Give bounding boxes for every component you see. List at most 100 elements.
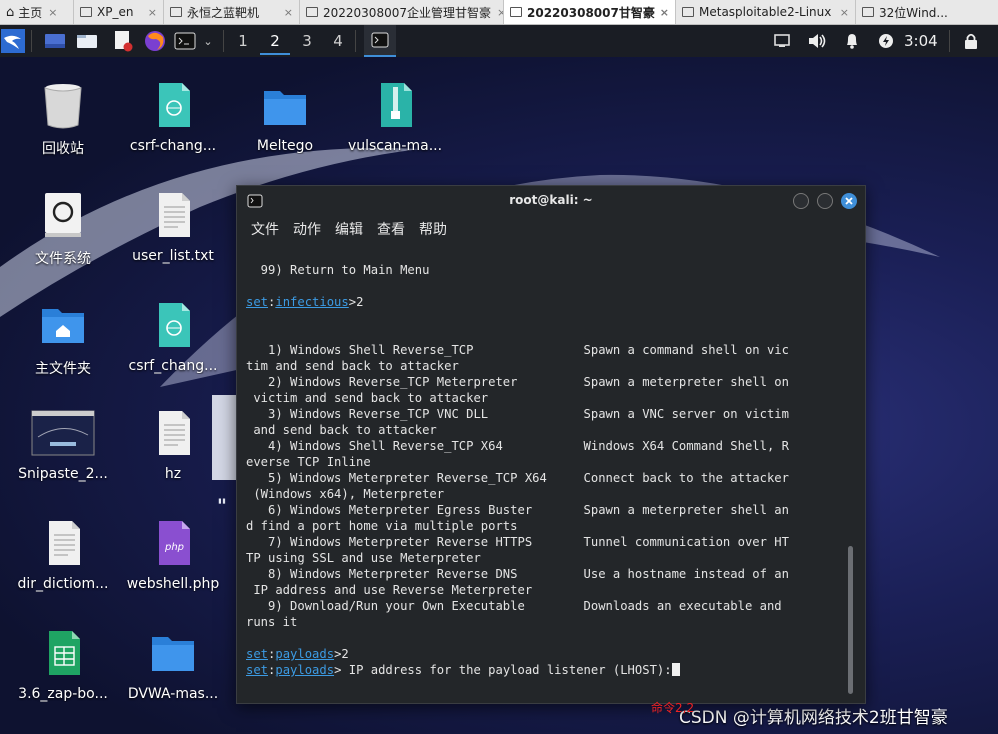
html-file-icon bbox=[159, 303, 190, 347]
prompt-set: set bbox=[246, 295, 269, 309]
minimize-button[interactable] bbox=[793, 193, 809, 209]
vm-tab-bar: ⌂ 主页 × XP_en × 永恒之蓝靶机 × 20220308007企业管理甘… bbox=[0, 0, 998, 25]
vm-icon bbox=[170, 7, 182, 17]
desktop-icon-meltego-folder[interactable]: Meltego bbox=[230, 81, 340, 154]
network-icon[interactable] bbox=[772, 25, 792, 57]
php-file-icon: php bbox=[159, 521, 190, 565]
terminal-scrollbar[interactable] bbox=[848, 546, 853, 694]
terminal-line: victim and send back to attacker bbox=[246, 391, 489, 405]
close-icon[interactable]: × bbox=[497, 6, 503, 19]
desktop-icon-snipaste-image[interactable]: Snipaste_2... bbox=[8, 409, 118, 482]
close-icon bbox=[845, 197, 853, 205]
terminal-line: IP address and use Reverse Meterpreter bbox=[246, 583, 533, 597]
close-icon[interactable]: × bbox=[284, 6, 293, 19]
terminal-launcher-button[interactable] bbox=[172, 25, 198, 57]
terminal-output[interactable]: 99) Return to Main Menu set:infectious>2… bbox=[246, 260, 846, 715]
tab-home[interactable]: ⌂ 主页 × bbox=[0, 0, 74, 24]
workspace-2[interactable]: 2 bbox=[260, 29, 290, 55]
notification-bell-icon[interactable] bbox=[842, 25, 862, 57]
desktop-icon-dvwa-folder[interactable]: DVWA-mas... bbox=[118, 629, 228, 702]
desktop-icon-home-folder[interactable]: 主文件夹 bbox=[8, 301, 118, 377]
tab-xp-en[interactable]: XP_en × bbox=[74, 0, 164, 24]
firefox-icon bbox=[145, 31, 165, 51]
close-button[interactable] bbox=[841, 193, 857, 209]
text-file-icon bbox=[49, 521, 80, 565]
maximize-button[interactable] bbox=[817, 193, 833, 209]
terminal-icon bbox=[174, 32, 196, 50]
kali-menu-button[interactable] bbox=[0, 25, 26, 57]
show-desktop-button[interactable] bbox=[42, 25, 68, 57]
tab-enterprise-vm[interactable]: 20220308007企业管理甘智豪 × bbox=[300, 0, 504, 24]
close-icon[interactable]: × bbox=[148, 6, 157, 19]
terminal-line: 9) Download/Run your Own Executable Down… bbox=[246, 599, 782, 613]
html-file-icon bbox=[159, 83, 190, 127]
terminal-window[interactable]: root@kali: ~ 文件 动作 编辑 查看 帮助 99) Return t… bbox=[236, 185, 866, 715]
desktop-icon-hz[interactable]: hz bbox=[118, 409, 228, 482]
red-annotation: 命令2,2 bbox=[651, 701, 695, 715]
terminal-prompt-lhost[interactable]: set:payloads> IP address for the payload… bbox=[246, 662, 680, 678]
power-status-icon[interactable] bbox=[876, 25, 896, 57]
home-icon: ⌂ bbox=[6, 4, 15, 20]
workspace-3[interactable]: 3 bbox=[292, 29, 322, 53]
terminal-title: root@kali: ~ bbox=[509, 193, 593, 207]
vm-icon bbox=[306, 7, 318, 17]
desktop-icon-vulscan-zip[interactable]: vulscan-ma... bbox=[340, 81, 450, 154]
terminal-prompt-payloads: set:payloads>2 bbox=[246, 647, 349, 661]
terminal-line: 99) Return to Main Menu bbox=[246, 263, 430, 277]
desktop-icon-trash[interactable]: 回收站 bbox=[8, 81, 118, 157]
workspace-1[interactable]: 1 bbox=[228, 29, 258, 53]
close-icon[interactable]: × bbox=[840, 6, 849, 19]
prompt-input: >2 bbox=[334, 647, 349, 661]
close-icon[interactable]: × bbox=[660, 6, 669, 19]
file-manager-icon bbox=[77, 35, 97, 48]
svg-text:": " bbox=[217, 495, 227, 517]
desktop-icon-filesystem[interactable]: 文件系统 bbox=[8, 191, 118, 267]
file-manager-button[interactable] bbox=[74, 25, 100, 57]
panel-clock[interactable]: 3:04 bbox=[904, 25, 938, 57]
tab-win32[interactable]: 32位Wind... bbox=[856, 0, 998, 24]
terminal-line: 7) Windows Meterpreter Reverse HTTPS Tun… bbox=[246, 535, 789, 549]
lock-screen-icon[interactable] bbox=[960, 25, 982, 57]
menu-view[interactable]: 查看 bbox=[370, 216, 412, 244]
volume-icon[interactable] bbox=[806, 25, 828, 57]
desktop-icon-user-list-txt[interactable]: user_list.txt bbox=[118, 191, 228, 264]
firefox-button[interactable] bbox=[142, 25, 168, 57]
terminal-line: 5) Windows Meterpreter Reverse_TCP X64 C… bbox=[246, 471, 789, 485]
terminal-line: and send back to attacker bbox=[246, 423, 437, 437]
menu-file[interactable]: 文件 bbox=[237, 216, 286, 244]
filesystem-icon bbox=[45, 193, 81, 237]
terminal-menubar: 文件 动作 编辑 查看 帮助 bbox=[237, 216, 865, 244]
terminal-line: 6) Windows Meterpreter Egress Buster Spa… bbox=[246, 503, 789, 517]
text-file-icon bbox=[159, 193, 190, 237]
menu-edit[interactable]: 编辑 bbox=[328, 216, 370, 244]
svg-text:php: php bbox=[164, 542, 184, 553]
desktop-icon-csrf-change-html-2[interactable]: csrf_chang... bbox=[118, 301, 228, 374]
vm-icon bbox=[682, 7, 694, 17]
chevron-down-icon[interactable]: ⌄ bbox=[200, 25, 216, 57]
desktop-icon-dir-dictionary[interactable]: dir_dictiom... bbox=[8, 519, 118, 592]
image-file-icon bbox=[31, 410, 95, 456]
terminal-titlebar[interactable]: root@kali: ~ bbox=[237, 186, 865, 216]
workspace-4[interactable]: 4 bbox=[323, 29, 353, 53]
vm-icon bbox=[862, 7, 874, 17]
folder-icon bbox=[152, 637, 194, 671]
spreadsheet-file-icon bbox=[49, 631, 80, 675]
tab-metasploitable[interactable]: Metasploitable2-Linux × bbox=[676, 0, 856, 24]
terminal-line: tim and send back to attacker bbox=[246, 359, 459, 373]
kali-top-panel: ⌄ 1 2 3 4 3:04 bbox=[0, 25, 998, 57]
tab-kali-vm[interactable]: 20220308007甘智豪 × bbox=[504, 0, 676, 24]
text-editor-button[interactable] bbox=[110, 25, 136, 57]
menu-help[interactable]: 帮助 bbox=[412, 216, 454, 244]
zip-file-icon bbox=[381, 83, 412, 127]
desktop-icon-webshell-php[interactable]: php webshell.php bbox=[118, 519, 228, 592]
tab-eternalblue[interactable]: 永恒之蓝靶机 × bbox=[164, 0, 300, 24]
prompt-input: >2 bbox=[348, 295, 364, 309]
folder-icon bbox=[264, 91, 306, 125]
menu-actions[interactable]: 动作 bbox=[286, 216, 328, 244]
desktop-icon-zap-spreadsheet[interactable]: 3.6_zap-bo... bbox=[8, 629, 118, 702]
desktop-icon bbox=[45, 34, 65, 48]
close-icon[interactable]: × bbox=[48, 6, 57, 19]
taskbar-terminal-window[interactable] bbox=[364, 25, 396, 57]
terminal-line: everse TCP Inline bbox=[246, 455, 371, 469]
desktop-icon-csrf-change-html[interactable]: csrf-chang... bbox=[118, 81, 228, 154]
